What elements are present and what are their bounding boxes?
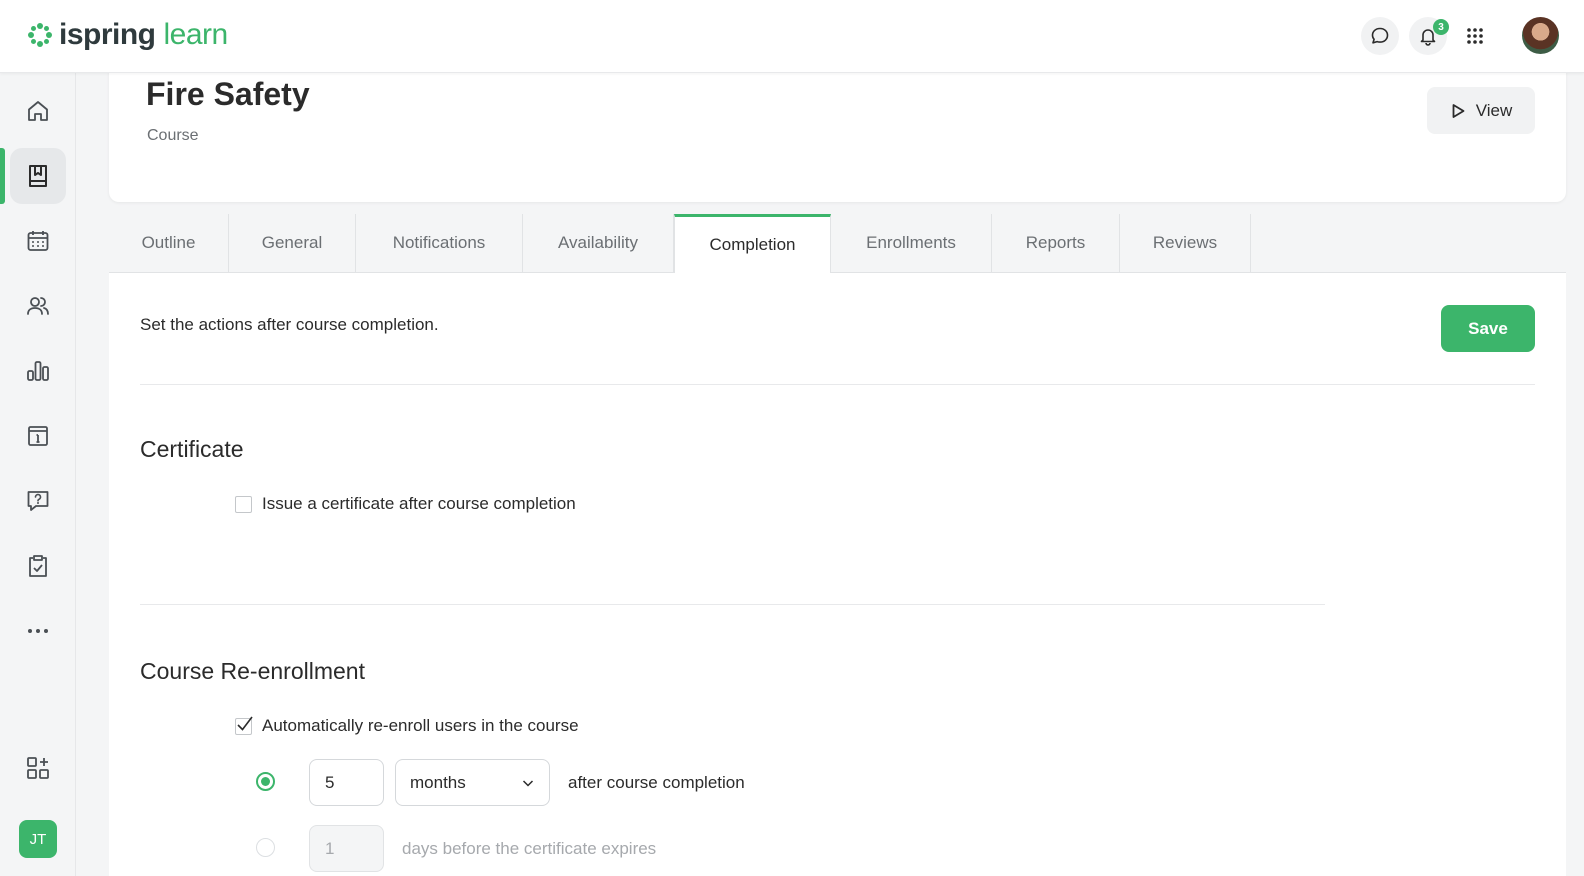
reports-chart-icon xyxy=(27,361,49,381)
notification-count-badge: 3 xyxy=(1433,19,1449,35)
tab-reviews[interactable]: Reviews xyxy=(1120,214,1251,272)
completion-settings-panel: Set the actions after course completion.… xyxy=(109,273,1566,876)
users-icon xyxy=(27,297,49,315)
sidebar-item-courses[interactable] xyxy=(10,148,66,204)
sidebar-active-indicator xyxy=(0,148,5,204)
reenroll-after-completion-label: after course completion xyxy=(568,773,745,792)
reenroll-period-input[interactable]: 5 xyxy=(309,759,384,806)
sidebar-item-calendar[interactable] xyxy=(10,213,66,269)
play-icon xyxy=(1452,103,1465,118)
apps-grid-icon xyxy=(1467,28,1483,44)
sidebar: JT xyxy=(0,73,76,876)
reenroll-before-expiry-label: days before the certificate expires xyxy=(402,839,657,858)
section-divider xyxy=(140,384,1535,385)
calendar-icon xyxy=(27,231,49,251)
sidebar-item-add-widget[interactable] xyxy=(10,740,66,796)
issue-certificate-option[interactable]: Issue a certificate after course complet… xyxy=(235,494,576,514)
sidebar-item-questions[interactable] xyxy=(10,473,66,529)
ispring-learn-logo[interactable]: ispring learn xyxy=(27,18,228,52)
completion-intro-text: Set the actions after course completion. xyxy=(140,315,439,334)
checkmark-icon xyxy=(237,716,253,731)
section-divider xyxy=(140,604,1325,605)
user-avatar[interactable] xyxy=(1522,17,1559,54)
chat-bubble-icon xyxy=(1371,27,1389,44)
issue-certificate-checkbox[interactable] xyxy=(235,495,252,513)
reenrollment-section-title: Course Re-enrollment xyxy=(140,658,365,684)
sidebar-item-users[interactable] xyxy=(10,278,66,334)
sidebar-item-tasks[interactable] xyxy=(10,538,66,594)
logo-text-learn: learn xyxy=(163,18,229,51)
sidebar-item-reports[interactable] xyxy=(10,343,66,399)
view-button[interactable]: View xyxy=(1427,87,1535,134)
chevron-down-icon xyxy=(522,779,534,787)
course-book-icon xyxy=(29,165,47,187)
logo-flower-icon xyxy=(28,23,52,47)
chat-button[interactable] xyxy=(1361,17,1399,55)
reenroll-before-expiry-radio[interactable] xyxy=(256,838,275,857)
info-board-icon xyxy=(28,426,48,446)
reenroll-days-input[interactable]: 1 xyxy=(309,825,384,872)
course-header-card: Fire Safety Course View xyxy=(109,60,1566,202)
save-button[interactable]: Save xyxy=(1441,305,1535,352)
tab-outline[interactable]: Outline xyxy=(109,214,229,272)
sidebar-item-info[interactable] xyxy=(10,408,66,464)
auto-reenroll-checkbox[interactable] xyxy=(235,716,253,735)
reenroll-after-completion-radio[interactable] xyxy=(256,772,275,791)
tab-notifications[interactable]: Notifications xyxy=(356,214,523,272)
top-bar: ispring learn 3 xyxy=(0,0,1584,73)
tab-general[interactable]: General xyxy=(229,214,356,272)
add-widget-icon xyxy=(27,757,49,779)
sidebar-item-home[interactable] xyxy=(10,83,66,139)
sidebar-user-initials-avatar[interactable]: JT xyxy=(19,820,57,858)
tab-completion[interactable]: Completion xyxy=(674,214,831,273)
apps-menu-button[interactable] xyxy=(1456,17,1494,55)
certificate-section-title: Certificate xyxy=(140,436,244,462)
sidebar-item-more[interactable] xyxy=(10,603,66,659)
tab-availability[interactable]: Availability xyxy=(523,214,674,272)
logo-text-ispring: ispring xyxy=(59,18,156,51)
tasks-clipboard-icon xyxy=(29,555,47,577)
auto-reenroll-label: Automatically re-enroll users in the cou… xyxy=(262,716,579,735)
tab-reports[interactable]: Reports xyxy=(992,214,1120,272)
issue-certificate-label: Issue a certificate after course complet… xyxy=(262,494,576,513)
more-dots-icon xyxy=(28,629,48,633)
page-subtitle: Course xyxy=(147,127,199,144)
home-icon xyxy=(28,101,48,121)
notifications-button[interactable]: 3 xyxy=(1409,17,1449,55)
course-tabs: Outline General Notifications Availabili… xyxy=(109,214,1566,273)
reenroll-period-unit-value: months xyxy=(410,772,466,792)
view-button-label: View xyxy=(1475,100,1513,120)
page-title: Fire Safety xyxy=(146,76,310,112)
tab-enrollments[interactable]: Enrollments xyxy=(831,214,992,272)
auto-reenroll-option[interactable]: Automatically re-enroll users in the cou… xyxy=(235,716,579,736)
question-chat-icon xyxy=(27,491,49,511)
reenroll-period-unit-select[interactable]: months xyxy=(395,759,550,806)
